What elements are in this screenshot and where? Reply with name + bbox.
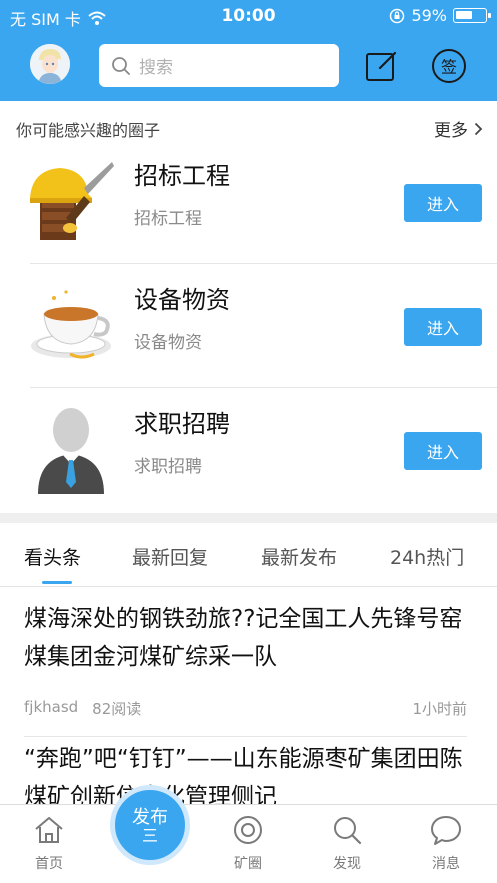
status-bar: 无 SIM 卡 10:00 59% <box>0 0 497 32</box>
battery-percent: 59% <box>411 6 447 25</box>
person-silhouette-icon <box>38 408 104 494</box>
circle-subtitle: 招标工程 <box>134 209 202 229</box>
enter-button[interactable]: 进入 <box>404 184 482 222</box>
compose-icon[interactable] <box>364 48 400 84</box>
tab-headlines[interactable]: 看头条 <box>24 543 81 570</box>
section-gap <box>0 513 497 523</box>
circles-section-title: 你可能感兴趣的圈子 <box>16 121 161 140</box>
publish-button[interactable]: 发布 三 <box>110 785 190 865</box>
circle-item[interactable]: 设备物资 设备物资 进入 <box>0 264 497 388</box>
circle-name: 求职招聘 <box>134 410 230 438</box>
more-link[interactable]: 更多 <box>434 116 483 141</box>
search-icon <box>112 56 130 75</box>
nav-discover[interactable]: 发现 <box>307 813 387 873</box>
bottom-nav: 首页 矿圈 发现 消息 <box>0 804 497 883</box>
search-icon <box>334 817 362 845</box>
tab-latest-replies[interactable]: 最新回复 <box>132 543 208 570</box>
divider <box>24 736 467 737</box>
top-bar: 无 SIM 卡 10:00 59% 搜索 签 <box>0 0 497 101</box>
article-reads: 82阅读 <box>92 700 142 718</box>
status-right: 59% <box>389 6 491 25</box>
article-title: “奔跑”吧“钉钉”——山东能源枣矿集团田陈煤矿创新信息化管理侧记 <box>24 746 463 804</box>
article-item[interactable]: 煤海深处的钢铁劲旅??记全国工人先锋号窑煤集团金河煤矿综采一队 fjkhasd … <box>0 600 497 737</box>
avatar-image <box>30 44 70 84</box>
enter-button[interactable]: 进入 <box>404 308 482 346</box>
feed-tabs: 看头条 最新回复 最新发布 24h热门 <box>0 523 497 587</box>
sign-in-icon[interactable]: 签 <box>431 48 467 84</box>
svg-text:签: 签 <box>441 58 457 77</box>
publish-menu-icon: 三 <box>141 826 158 845</box>
hard-hat-trowel-icon <box>30 162 114 240</box>
tab-latest-posts[interactable]: 最新发布 <box>261 543 337 570</box>
circle-name: 设备物资 <box>134 286 230 314</box>
nav-circle-label: 矿圈 <box>234 856 262 872</box>
article-title: 煤海深处的钢铁劲旅??记全国工人先锋号窑煤集团金河煤矿综采一队 <box>24 606 463 670</box>
article-time: 1小时前 <box>412 700 467 718</box>
user-avatar[interactable] <box>30 44 70 84</box>
article-meta: fjkhasd 82阅读 <box>24 698 141 719</box>
nav-messages[interactable]: 消息 <box>406 813 486 873</box>
home-icon <box>35 817 63 843</box>
article-author: fjkhasd <box>24 698 79 716</box>
active-tab-indicator <box>42 581 72 584</box>
circle-subtitle: 求职招聘 <box>134 457 202 477</box>
circle-name: 招标工程 <box>134 162 230 190</box>
chevron-right-icon <box>474 122 483 135</box>
search-bar[interactable]: 搜索 <box>99 44 339 87</box>
search-placeholder: 搜索 <box>139 58 173 78</box>
battery-fill <box>456 11 472 19</box>
circle-item[interactable]: 招标工程 招标工程 进入 <box>0 140 497 264</box>
enter-button[interactable]: 进入 <box>404 432 482 470</box>
battery-icon <box>453 8 491 23</box>
circle-subtitle: 设备物资 <box>134 333 202 353</box>
nav-home[interactable]: 首页 <box>9 813 89 873</box>
nav-circle[interactable]: 矿圈 <box>208 813 288 873</box>
header: 搜索 签 <box>0 32 497 101</box>
article-item[interactable]: “奔跑”吧“钉钉”——山东能源枣矿集团田陈煤矿创新信息化管理侧记 <box>0 740 497 804</box>
more-label: 更多 <box>434 121 468 141</box>
circle-item[interactable]: 求职招聘 求职招聘 进入 <box>0 388 497 512</box>
tab-24h-hot[interactable]: 24h热门 <box>390 543 464 570</box>
circle-nav-icon <box>234 816 262 844</box>
nav-messages-label: 消息 <box>432 856 460 872</box>
orientation-lock-icon <box>390 8 405 23</box>
chat-bubble-icon <box>431 816 461 845</box>
nav-home-label: 首页 <box>35 856 63 872</box>
nav-discover-label: 发现 <box>333 856 361 872</box>
teacup-icon <box>31 290 111 359</box>
